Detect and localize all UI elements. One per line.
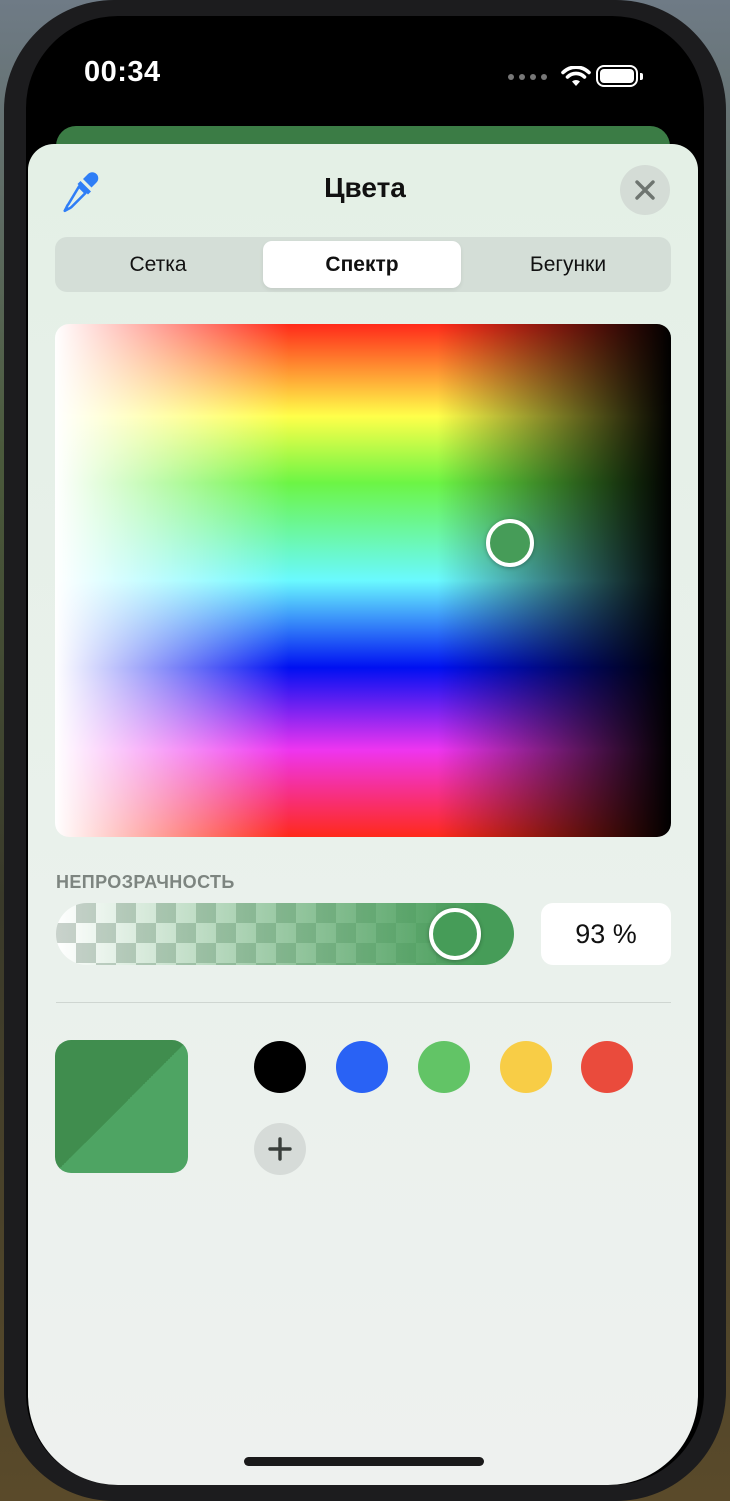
tab-sliders[interactable]: Бегунки (468, 237, 668, 292)
status-time: 00:34 (84, 56, 161, 88)
plus-icon (268, 1137, 292, 1161)
swatch-black[interactable] (254, 1041, 306, 1093)
mode-segmented-control: Сетка Спектр Бегунки (55, 237, 671, 292)
opacity-value-field[interactable]: 93 % (541, 903, 671, 965)
tab-grid[interactable]: Сетка (58, 237, 258, 292)
swatch-yellow[interactable] (500, 1041, 552, 1093)
opacity-label: НЕПРОЗРАЧНОСТЬ (56, 872, 235, 892)
swatch-blue[interactable] (336, 1041, 388, 1093)
signal-dots-icon (508, 74, 547, 80)
home-indicator[interactable] (244, 1457, 484, 1466)
close-button[interactable] (620, 165, 670, 215)
swatch-red[interactable] (581, 1041, 633, 1093)
current-color-preview (55, 1040, 188, 1173)
swatch-green[interactable] (418, 1041, 470, 1093)
opacity-slider-handle[interactable] (429, 908, 481, 960)
tab-spectrum[interactable]: Спектр (263, 241, 461, 288)
spectrum-picker[interactable] (55, 324, 671, 837)
battery-icon (596, 65, 643, 87)
status-icons (508, 64, 591, 90)
wifi-icon (561, 66, 591, 86)
spectrum-selection-handle[interactable] (486, 519, 534, 567)
divider (56, 1002, 671, 1003)
add-swatch-button[interactable] (254, 1123, 306, 1175)
close-icon (635, 180, 655, 200)
